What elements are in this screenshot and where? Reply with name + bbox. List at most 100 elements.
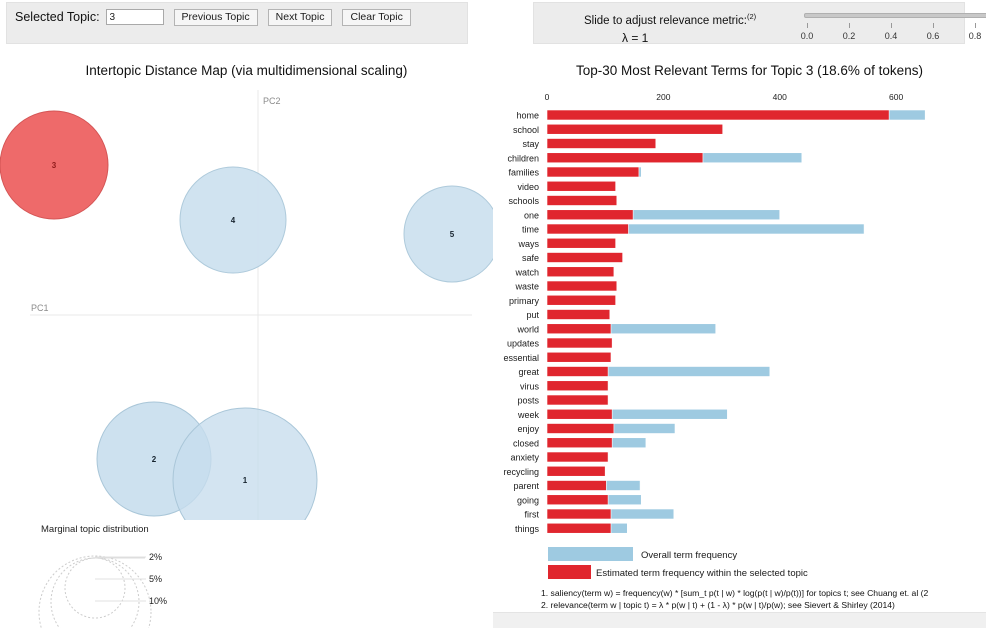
intertopic-map-title: Intertopic Distance Map (via multidimens…	[85, 63, 408, 78]
ldavis-app: Selected Topic: Previous Topic Next Topi…	[0, 0, 986, 628]
bar-estimated-stay[interactable]	[546, 138, 657, 149]
term-label-video[interactable]: video	[517, 182, 539, 192]
footnote-1: 1. saliency(term w) = frequency(w) * [su…	[541, 588, 928, 598]
bar-estimated-essential[interactable]	[546, 351, 612, 363]
bar-estimated-anxiety[interactable]	[546, 451, 609, 463]
relevance-slider-label-text: Slide to adjust relevance metric:	[584, 14, 747, 27]
intertopic-distance-panel: Selected Topic: Previous Topic Next Topi…	[0, 0, 493, 628]
legend-swatch-estimated	[548, 565, 591, 579]
lambda-value-label: λ = 1	[622, 31, 649, 45]
term-label-closed[interactable]: closed	[513, 438, 539, 448]
term-label-essential[interactable]: essential	[503, 353, 539, 363]
footnote-2: 2. relevance(term w | topic t) = λ * p(w…	[541, 600, 895, 610]
bar-estimated-families[interactable]	[546, 166, 640, 178]
term-label-ways[interactable]: ways	[517, 239, 539, 249]
bar-estimated-week[interactable]	[546, 408, 613, 420]
bar-estimated-put[interactable]	[546, 309, 611, 320]
relevance-slider[interactable]: 0.0 0.2 0.4 0.6 0.8	[800, 12, 986, 44]
bar-estimated-home[interactable]	[546, 109, 890, 121]
selected-topic-input[interactable]	[105, 9, 164, 25]
bar-estimated-watch[interactable]	[546, 266, 615, 278]
term-label-parent[interactable]: parent	[513, 481, 539, 491]
relevance-slider-track[interactable]	[804, 13, 986, 18]
term-label-watch[interactable]: watch	[514, 267, 539, 277]
relevance-slider-label-superscript: (2)	[747, 12, 757, 21]
term-label-school[interactable]: school	[513, 125, 539, 135]
barchart-term-labels: home school stay children families video schoo…	[503, 111, 539, 534]
bar-estimated-school[interactable]	[546, 123, 724, 135]
term-label-recycling[interactable]: recycling	[503, 467, 539, 477]
relevance-slider-bar: Slide to adjust relevance metric:(2) λ =…	[533, 2, 986, 45]
term-label-virus[interactable]: virus	[520, 381, 540, 391]
next-topic-button[interactable]: Next Topic	[267, 8, 333, 26]
term-label-posts[interactable]: posts	[517, 396, 539, 406]
bottom-strip	[493, 612, 986, 628]
bar-estimated-closed[interactable]	[546, 437, 613, 449]
term-label-great[interactable]: great	[518, 367, 539, 377]
clear-topic-button[interactable]: Clear Topic	[342, 8, 411, 26]
slider-tick-label-0: 0.0	[800, 31, 814, 41]
marginal-circle-5pct	[50, 557, 140, 628]
term-label-going[interactable]: going	[517, 495, 539, 505]
bar-estimated-video[interactable]	[546, 180, 616, 192]
term-chart-title: Top-30 Most Relevant Terms for Topic 3 (…	[576, 63, 923, 78]
term-label-things[interactable]: things	[515, 524, 540, 534]
term-label-waste[interactable]: waste	[514, 282, 539, 292]
marginal-circle-10pct	[38, 555, 152, 628]
bar-estimated-parent[interactable]	[546, 480, 607, 491]
term-label-time[interactable]: time	[522, 225, 539, 235]
bar-estimated-time[interactable]	[546, 223, 629, 235]
pc2-axis-label: PC2	[263, 96, 281, 106]
bar-estimated-first[interactable]	[546, 508, 612, 520]
bar-estimated-updates[interactable]	[546, 337, 613, 349]
bar-estimated-schools[interactable]	[546, 195, 618, 206]
legend-swatch-overall	[548, 547, 633, 561]
term-label-put[interactable]: put	[526, 310, 539, 320]
term-label-enjoy[interactable]: enjoy	[517, 424, 539, 434]
term-label-updates[interactable]: updates	[507, 339, 540, 349]
intertopic-distance-map[interactable]: PC1 PC2 3 4 5 2 1	[0, 80, 493, 520]
term-label-children[interactable]: children	[507, 153, 539, 163]
bar-estimated-things[interactable]	[546, 522, 612, 534]
bar-estimated-safe[interactable]	[546, 252, 623, 263]
barchart-footnotes: 1. saliency(term w) = frequency(w) * [su…	[541, 588, 928, 610]
term-label-first[interactable]: first	[525, 510, 540, 520]
legend-label-estimated: Estimated term frequency within the sele…	[596, 568, 808, 579]
bar-estimated-waste[interactable]	[546, 280, 618, 292]
bar-estimated-one[interactable]	[546, 209, 634, 221]
bar-estimated-virus[interactable]	[546, 380, 609, 392]
relevant-terms-barchart[interactable]: 0 200 400 600 home school stay children familie…	[493, 82, 986, 628]
x-tick-label-2: 400	[773, 92, 787, 102]
selected-topic-label: Selected Topic:	[15, 10, 100, 24]
relevance-slider-label: Slide to adjust relevance metric:(2)	[584, 12, 756, 27]
term-label-safe[interactable]: safe	[522, 253, 539, 263]
bar-estimated-children[interactable]	[546, 152, 704, 164]
bar-estimated-ways[interactable]	[546, 237, 616, 249]
previous-topic-button[interactable]: Previous Topic	[173, 8, 258, 26]
bar-estimated-primary[interactable]	[546, 294, 616, 306]
marginal-label-5pct: 5%	[149, 574, 162, 584]
topic-controls-bar: Selected Topic: Previous Topic Next Topi…	[6, 2, 468, 44]
bar-estimated-great[interactable]	[546, 366, 609, 377]
term-label-one[interactable]: one	[524, 210, 539, 220]
bar-estimated-posts[interactable]	[546, 394, 609, 406]
term-label-home[interactable]: home	[516, 111, 539, 121]
term-label-families[interactable]: families	[508, 168, 539, 178]
term-label-anxiety[interactable]: anxiety	[510, 453, 539, 463]
bar-estimated-going[interactable]	[546, 494, 609, 506]
term-label-primary[interactable]: primary	[509, 296, 540, 306]
bar-estimated-recycling[interactable]	[546, 465, 606, 477]
topic-bubble-5[interactable]	[403, 185, 493, 283]
topic-bubble-label-2: 2	[152, 455, 157, 464]
term-label-world[interactable]: world	[516, 324, 539, 334]
topic-controls-row: Selected Topic: Previous Topic Next Topi…	[15, 8, 411, 26]
legend-label-overall: Overall term frequency	[641, 550, 737, 561]
marginal-circle-2pct	[64, 557, 126, 619]
bar-estimated-world[interactable]	[546, 323, 612, 335]
term-label-stay[interactable]: stay	[522, 139, 539, 149]
x-tick-label-3: 600	[889, 92, 903, 102]
bar-estimated-enjoy[interactable]	[546, 423, 615, 434]
topic-bubble-label-5: 5	[450, 230, 455, 239]
term-label-schools[interactable]: schools	[508, 196, 539, 206]
term-label-week[interactable]: week	[517, 410, 540, 420]
